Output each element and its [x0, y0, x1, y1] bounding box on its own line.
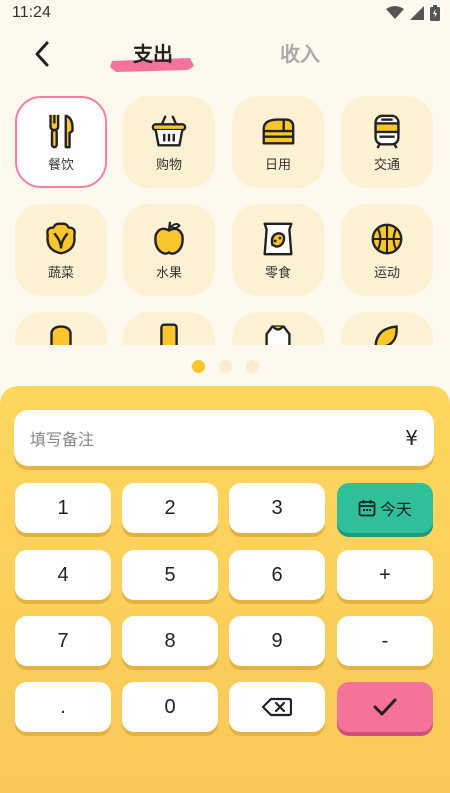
- confirm-button[interactable]: [337, 682, 433, 732]
- tab-expense[interactable]: 支出: [110, 38, 194, 72]
- amount-display: ¥: [405, 426, 418, 450]
- category-label: 蔬菜: [47, 265, 74, 281]
- category-label: 运动: [373, 265, 400, 281]
- key-7[interactable]: 7: [15, 616, 111, 666]
- key-8[interactable]: 8: [122, 616, 218, 666]
- status-bar: 11:24: [0, 0, 450, 26]
- keypad-panel: 填写备注 ¥ 1 2 3 今天 4 5 6 + 7 8 9 - . 0: [0, 386, 450, 793]
- page-indicator: [0, 360, 450, 373]
- train-icon: [374, 114, 400, 149]
- category-label: 日用: [264, 157, 291, 173]
- note-input[interactable]: 填写备注 ¥: [14, 410, 434, 466]
- category-vegetables[interactable]: 蔬菜: [15, 204, 107, 296]
- category-shopping[interactable]: 购物: [123, 96, 215, 188]
- back-button[interactable]: [26, 38, 58, 70]
- basketball-icon: [371, 223, 403, 254]
- category-transport[interactable]: 交通: [341, 96, 433, 188]
- fork-knife-icon: [49, 114, 74, 148]
- category-label: 交通: [373, 157, 400, 173]
- backspace-button[interactable]: [229, 682, 325, 732]
- minus-key[interactable]: -: [337, 616, 433, 666]
- basket-icon: [151, 115, 187, 146]
- calendar-icon: [358, 500, 376, 517]
- clothes-icon: [265, 325, 291, 345]
- category-dining[interactable]: 餐饮: [15, 96, 107, 188]
- status-time: 11:24: [12, 4, 51, 21]
- category-daily[interactable]: 日用: [232, 96, 324, 188]
- key-3[interactable]: 3: [229, 483, 325, 533]
- category-label: 购物: [155, 157, 182, 173]
- wifi-icon: [386, 6, 404, 19]
- category-label: 水果: [155, 265, 182, 281]
- bread-icon: [262, 117, 295, 145]
- page-dot-active[interactable]: [191, 360, 205, 373]
- date-button[interactable]: 今天: [337, 483, 433, 533]
- checkmark-icon: [373, 698, 397, 716]
- tab-income-label: 收入: [280, 42, 320, 66]
- key-6[interactable]: 6: [229, 550, 325, 600]
- backspace-icon: [262, 697, 292, 717]
- chevron-left-icon: [35, 41, 49, 67]
- decimal-key[interactable]: .: [15, 682, 111, 732]
- tab-income[interactable]: 收入: [268, 38, 332, 67]
- battery-icon: [430, 5, 440, 21]
- key-5[interactable]: 5: [122, 550, 218, 600]
- category-label: 餐饮: [47, 157, 74, 173]
- category-tile[interactable]: [341, 312, 433, 345]
- apple-icon: [154, 221, 184, 255]
- category-tile[interactable]: [123, 312, 215, 345]
- page-dot[interactable]: [218, 360, 232, 373]
- key-0[interactable]: 0: [122, 682, 218, 732]
- snack-bag-icon: [263, 222, 293, 255]
- key-2[interactable]: 2: [122, 483, 218, 533]
- page-dot[interactable]: [245, 360, 259, 373]
- tab-expense-label: 支出: [133, 42, 173, 66]
- category-sports[interactable]: 运动: [341, 204, 433, 296]
- category-snacks[interactable]: 零食: [232, 204, 324, 296]
- shirt-icon: [50, 325, 72, 345]
- category-label: 零食: [264, 265, 291, 281]
- category-grid: 餐饮 购物 日用 交通 蔬菜 水果 零食 运动: [0, 92, 450, 345]
- status-icons: [386, 5, 440, 21]
- category-tile[interactable]: [232, 312, 324, 345]
- signal-icon: [410, 6, 424, 20]
- date-label: 今天: [379, 500, 412, 519]
- leaf-icon: [374, 325, 398, 345]
- plus-key[interactable]: +: [337, 550, 433, 600]
- phone-icon: [160, 323, 178, 345]
- key-4[interactable]: 4: [15, 550, 111, 600]
- key-9[interactable]: 9: [229, 616, 325, 666]
- note-placeholder: 填写备注: [30, 430, 95, 449]
- cabbage-icon: [46, 221, 76, 254]
- key-1[interactable]: 1: [15, 483, 111, 533]
- category-tile[interactable]: [15, 312, 107, 345]
- category-fruit[interactable]: 水果: [123, 204, 215, 296]
- header: 支出 收入: [0, 30, 450, 78]
